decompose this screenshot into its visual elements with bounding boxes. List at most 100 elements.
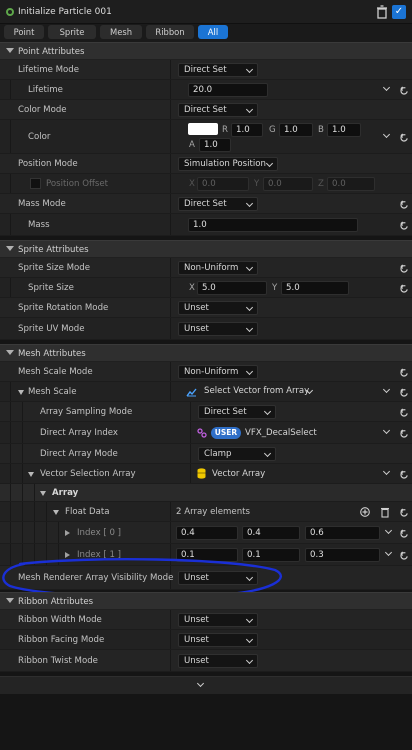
expand-chevron-icon[interactable] [382, 426, 391, 435]
mesh-scale-mode-label: Mesh Scale Mode [18, 367, 93, 377]
ribbon-twist-mode-label: Ribbon Twist Mode [18, 656, 98, 666]
color-swatch[interactable] [188, 123, 218, 135]
expand-arrow-icon[interactable] [65, 530, 70, 536]
color-a-input[interactable]: 1.0 [199, 138, 231, 152]
ribbon-width-mode-combo[interactable]: Unset [178, 613, 258, 627]
reset-arrow-icon[interactable] [400, 508, 409, 517]
expand-arrow-icon[interactable] [40, 491, 46, 496]
reset-arrow-icon[interactable] [400, 408, 409, 417]
index-0-y-input[interactable]: 0.4 [242, 526, 300, 540]
tab-ribbon[interactable]: Ribbon [146, 25, 194, 39]
expand-chevron-icon[interactable] [382, 83, 391, 92]
expand-chevron-icon[interactable] [382, 467, 391, 476]
ribbon-twist-mode-combo[interactable]: Unset [178, 654, 258, 668]
reset-arrow-icon[interactable] [400, 529, 409, 538]
position-offset-checkbox[interactable] [30, 178, 41, 189]
position-mode-combo[interactable]: Simulation Position [178, 157, 278, 171]
reset-arrow-icon[interactable] [400, 221, 409, 230]
reset-arrow-icon[interactable] [400, 86, 409, 95]
reset-arrow-icon[interactable] [400, 470, 409, 479]
expand-arrow-icon[interactable] [53, 510, 59, 515]
expand-arrow-icon[interactable] [28, 472, 34, 477]
lifetime-input[interactable]: 20.0 [188, 83, 268, 97]
mesh-scale-mode-combo[interactable]: Non-Uniform [178, 365, 258, 379]
direct-array-index-value[interactable]: VFX_DecalSelect [245, 428, 317, 438]
reset-arrow-icon[interactable] [400, 429, 409, 438]
x-axis-label: X [189, 283, 195, 293]
sprite-uv-mode-label: Sprite UV Mode [18, 324, 85, 334]
show-more-bar[interactable] [0, 676, 412, 694]
reset-arrow-icon[interactable] [400, 200, 409, 209]
add-element-icon[interactable] [360, 507, 370, 517]
reset-arrow-icon[interactable] [400, 551, 409, 560]
lifetime-mode-combo[interactable]: Direct Set [178, 63, 258, 77]
reset-arrow-icon[interactable] [400, 264, 409, 273]
chevron-down-icon [245, 615, 254, 624]
tab-all[interactable]: All [198, 25, 228, 39]
chevron-down-icon [245, 573, 254, 582]
position-offset-y-input[interactable]: 0.0 [263, 177, 313, 191]
sprite-size-mode-combo[interactable]: Non-Uniform [178, 261, 258, 275]
section-point-attributes[interactable]: Point Attributes [0, 42, 412, 60]
row-direct-array-index: Direct Array Index USER VFX_DecalSelect [0, 422, 412, 444]
reset-arrow-icon[interactable] [400, 368, 409, 377]
tab-mesh[interactable]: Mesh [100, 25, 142, 39]
color-b-input[interactable]: 1.0 [327, 123, 361, 137]
r-axis-label: R [222, 125, 228, 135]
expand-chevron-icon[interactable] [382, 130, 391, 139]
mesh-renderer-visibility-combo[interactable]: Unset [178, 571, 258, 585]
module-status-icon [6, 8, 14, 16]
position-offset-x-input[interactable]: 0.0 [197, 177, 249, 191]
expand-chevron-icon[interactable] [384, 548, 393, 557]
module-enabled-checkbox[interactable]: ✓ [392, 5, 406, 19]
color-mode-combo[interactable]: Direct Set [178, 103, 258, 117]
tab-point[interactable]: Point [4, 25, 44, 39]
chevron-down-icon [245, 656, 254, 665]
module-title: Initialize Particle 001 [18, 7, 112, 17]
row-float-data: Float Data 2 Array elements [0, 502, 412, 522]
position-offset-label: Position Offset [46, 179, 109, 189]
color-g-input[interactable]: 1.0 [279, 123, 313, 137]
chevron-down-icon[interactable] [196, 679, 205, 688]
expand-chevron-icon[interactable] [384, 526, 393, 535]
color-r-input[interactable]: 1.0 [231, 123, 263, 137]
section-title: Ribbon Attributes [18, 597, 94, 607]
row-sprite-size: Sprite Size X 5.0 Y 5.0 [0, 278, 412, 298]
sprite-rotation-mode-combo[interactable]: Unset [178, 301, 258, 315]
trash-icon[interactable] [380, 506, 390, 518]
chevron-down-icon [245, 324, 254, 333]
index-0-x-input[interactable]: 0.4 [176, 526, 238, 540]
mass-input[interactable]: 1.0 [188, 218, 358, 232]
index-1-y-input[interactable]: 0.1 [242, 548, 300, 562]
reset-arrow-icon[interactable] [400, 388, 409, 397]
index-1-x-input[interactable]: 0.1 [176, 548, 238, 562]
direct-array-mode-combo[interactable]: Clamp [198, 447, 276, 461]
ribbon-facing-mode-combo[interactable]: Unset [178, 633, 258, 647]
mass-mode-combo[interactable]: Direct Set [178, 197, 258, 211]
vector-selection-array-value[interactable]: Vector Array [212, 469, 265, 479]
expand-arrow-icon[interactable] [18, 390, 24, 395]
mesh-scale-dynamic-input[interactable]: Select Vector from Array [199, 385, 317, 399]
row-mesh-scale: Mesh Scale Select Vector from Array [0, 382, 412, 402]
tab-sprite[interactable]: Sprite [48, 25, 96, 39]
expand-arrow-icon[interactable] [65, 552, 70, 558]
reset-arrow-icon[interactable] [400, 284, 409, 293]
sprite-size-x-input[interactable]: 5.0 [197, 281, 267, 295]
section-mesh-attributes[interactable]: Mesh Attributes [0, 344, 412, 362]
database-icon [197, 468, 206, 479]
index-1-z-input[interactable]: 0.3 [305, 548, 380, 562]
sprite-uv-mode-combo[interactable]: Unset [178, 322, 258, 336]
array-sampling-mode-combo[interactable]: Direct Set [198, 405, 276, 419]
mesh-scale-label: Mesh Scale [28, 387, 77, 397]
sprite-size-y-input[interactable]: 5.0 [281, 281, 349, 295]
trash-icon[interactable] [376, 5, 388, 19]
chevron-down-icon [265, 159, 274, 168]
section-ribbon-attributes[interactable]: Ribbon Attributes [0, 592, 412, 610]
reset-arrow-icon[interactable] [400, 133, 409, 142]
position-offset-z-input[interactable]: 0.0 [327, 177, 375, 191]
section-sprite-attributes[interactable]: Sprite Attributes [0, 240, 412, 258]
expand-chevron-icon[interactable] [382, 385, 391, 394]
index-0-z-input[interactable]: 0.6 [305, 526, 380, 540]
float-data-count: 2 Array elements [176, 507, 250, 517]
row-lifetime: Lifetime 20.0 [0, 80, 412, 100]
